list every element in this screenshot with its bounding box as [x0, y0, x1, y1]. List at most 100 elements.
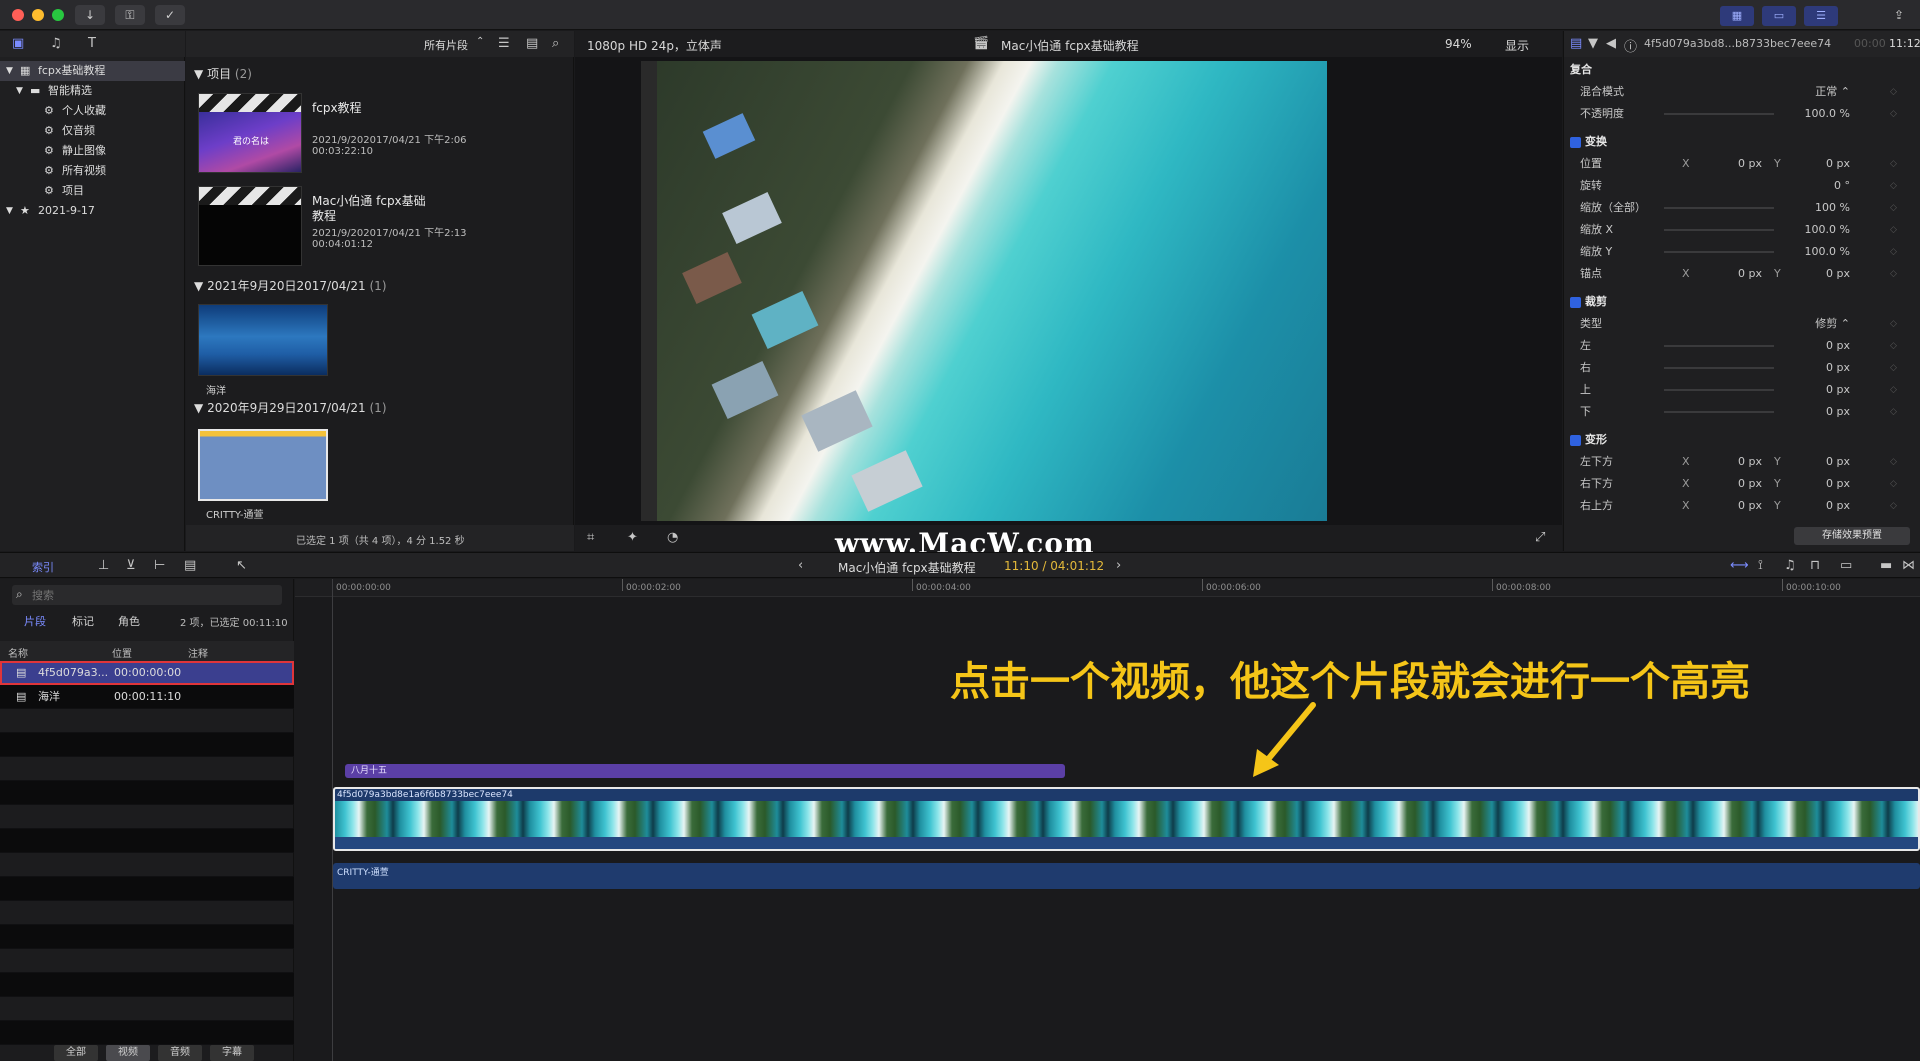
- sidebar-item[interactable]: ⚙ 仅音频: [0, 121, 185, 141]
- snapping-icon[interactable]: ⊓: [1810, 558, 1820, 573]
- param-value[interactable]: 100.0 %: [1770, 241, 1850, 263]
- index-search-field[interactable]: ⌕: [12, 585, 282, 605]
- audio-inspector-icon[interactable]: ◀: [1606, 36, 1616, 51]
- keyframe-diamond-icon[interactable]: ◇: [1890, 379, 1897, 401]
- checkbox-icon[interactable]: [1570, 296, 1581, 308]
- filter-all[interactable]: 全部: [54, 1045, 98, 1061]
- fullscreen-icon[interactable]: ⤢: [1535, 530, 1545, 545]
- filter-captions[interactable]: 字幕: [210, 1045, 254, 1061]
- save-preset-button[interactable]: 存储效果预置: [1794, 527, 1910, 545]
- column-notes[interactable]: 注释: [188, 645, 208, 660]
- param-value-x[interactable]: 0 px: [1712, 473, 1762, 495]
- inspector-section[interactable]: 变形: [1570, 429, 1910, 451]
- group-header-event-1[interactable]: ▼ 2021年9月20日2017/04/21 (1): [194, 277, 387, 294]
- transform-tool-icon[interactable]: ⌗: [587, 530, 594, 545]
- disclosure-triangle-icon[interactable]: ▼: [16, 81, 23, 101]
- display-dropdown[interactable]: 显示: [1505, 37, 1529, 54]
- param-value-y[interactable]: 0 px: [1800, 263, 1850, 285]
- disclosure-triangle-icon[interactable]: ▼: [6, 201, 13, 221]
- zoom-dropdown[interactable]: 94%: [1445, 37, 1472, 51]
- close-button[interactable]: [12, 9, 24, 21]
- overwrite-clip-icon[interactable]: ▤: [184, 558, 196, 573]
- append-clip-icon[interactable]: ⊢: [154, 558, 165, 573]
- inspector-section[interactable]: 裁剪: [1570, 291, 1910, 313]
- column-name[interactable]: 名称: [8, 645, 28, 660]
- param-value[interactable]: 0 °: [1770, 175, 1850, 197]
- inspector-section[interactable]: 变换: [1570, 131, 1910, 153]
- sidebar-item[interactable]: ⚙ 所有视频: [0, 161, 185, 181]
- share-button[interactable]: ⇪: [1884, 5, 1914, 25]
- checkbox-icon[interactable]: [1570, 136, 1581, 148]
- param-slider[interactable]: [1664, 229, 1774, 231]
- video-clip-selected[interactable]: 4f5d079a3bd8e1a6f6b8733bec7eee74: [333, 787, 1920, 851]
- param-slider[interactable]: [1664, 367, 1774, 369]
- group-header-event-2[interactable]: ▼ 2020年9月29日2017/04/21 (1): [194, 399, 387, 416]
- param-slider[interactable]: [1664, 207, 1774, 209]
- param-slider[interactable]: [1664, 113, 1774, 115]
- inspector-section[interactable]: 复合: [1570, 59, 1910, 81]
- param-value-x[interactable]: 0 px: [1712, 263, 1762, 285]
- keyframe-diamond-icon[interactable]: ◇: [1890, 473, 1897, 495]
- param-value[interactable]: 修剪 ⌃: [1770, 313, 1850, 335]
- group-header-projects[interactable]: ▼ 项目 (2): [194, 65, 252, 82]
- skimming-icon[interactable]: ⟷: [1730, 558, 1749, 573]
- keyframe-diamond-icon[interactable]: ◇: [1890, 495, 1897, 517]
- param-value[interactable]: 0 px: [1770, 357, 1850, 379]
- video-frame[interactable]: [657, 61, 1327, 521]
- keyframe-diamond-icon[interactable]: ◇: [1890, 241, 1897, 263]
- background-tasks-button[interactable]: ✓: [155, 5, 185, 25]
- tab-markers[interactable]: 标记: [72, 613, 94, 629]
- keyframe-diamond-icon[interactable]: ◇: [1890, 103, 1897, 125]
- filter-video[interactable]: 视频: [106, 1045, 150, 1061]
- keyframe-diamond-icon[interactable]: ◇: [1890, 401, 1897, 423]
- insert-clip-icon[interactable]: ⊻: [126, 558, 136, 573]
- filmstrip-view-icon[interactable]: ▤: [526, 36, 538, 51]
- column-position[interactable]: 位置: [112, 645, 132, 660]
- sidebar-item[interactable]: ⚙ 项目: [0, 181, 185, 201]
- keyword-button[interactable]: ⚿: [115, 5, 145, 25]
- filter-audio[interactable]: 音频: [158, 1045, 202, 1061]
- retime-speed-icon[interactable]: ◔: [667, 530, 678, 545]
- search-icon[interactable]: ⌕: [552, 36, 559, 51]
- headphones-icon[interactable]: ♫: [1784, 558, 1796, 573]
- index-toggle[interactable]: 索引: [32, 559, 54, 575]
- param-slider[interactable]: [1664, 389, 1774, 391]
- param-value-y[interactable]: 0 px: [1800, 451, 1850, 473]
- param-value[interactable]: 0 px: [1770, 401, 1850, 423]
- keyframe-diamond-icon[interactable]: ◇: [1890, 357, 1897, 379]
- param-value[interactable]: 100.0 %: [1770, 103, 1850, 125]
- audio-clip[interactable]: CRITTY-通萱: [333, 863, 1920, 889]
- enhance-wand-icon[interactable]: ✦: [627, 530, 638, 545]
- title-clip[interactable]: 八月十五: [345, 764, 1065, 778]
- sidebar-item[interactable]: ⚙ 个人收藏: [0, 101, 185, 121]
- param-value-y[interactable]: 0 px: [1800, 153, 1850, 175]
- minimize-button[interactable]: [32, 9, 44, 21]
- param-value[interactable]: 100 %: [1770, 197, 1850, 219]
- timeline[interactable]: 00:00:00:00 00:00:02:00 00:00:04:00 00:00:0…: [295, 579, 1920, 1061]
- project-thumbnail-fcpx[interactable]: 君の名は: [198, 93, 302, 173]
- list-view-icon[interactable]: ☰: [498, 36, 510, 51]
- layout-browser-button[interactable]: ▦: [1720, 6, 1754, 26]
- clip-thumbnail-ocean[interactable]: [198, 304, 328, 376]
- video-inspector-icon[interactable]: ▤: [1570, 36, 1582, 51]
- index-row[interactable]: ▤ 4f5d079a3... 00:00:00:00: [0, 661, 294, 685]
- param-slider[interactable]: [1664, 411, 1774, 413]
- titles-generators-tab-icon[interactable]: T: [88, 36, 96, 51]
- project-thumbnail-mac[interactable]: [198, 186, 302, 266]
- sidebar-item[interactable]: ▼ ★ 2021-9-17: [0, 201, 185, 221]
- tab-clips[interactable]: 片段: [24, 613, 46, 629]
- keyframe-diamond-icon[interactable]: ◇: [1890, 313, 1897, 335]
- param-value[interactable]: 0 px: [1770, 379, 1850, 401]
- sidebar-item[interactable]: ▼ ▬ 智能精选: [0, 81, 185, 101]
- select-tool-icon[interactable]: ↖: [236, 558, 247, 573]
- disclosure-triangle-icon[interactable]: ▼: [6, 61, 13, 81]
- keyframe-diamond-icon[interactable]: ◇: [1890, 219, 1897, 241]
- audio-skimming-icon[interactable]: ⟟: [1758, 558, 1763, 573]
- timeline-ruler[interactable]: 00:00:00:00 00:00:02:00 00:00:04:00 00:00:0…: [295, 579, 1920, 597]
- layout-timeline-button[interactable]: ▭: [1762, 6, 1796, 26]
- keyframe-diamond-icon[interactable]: ◇: [1890, 197, 1897, 219]
- param-value-x[interactable]: 0 px: [1712, 153, 1762, 175]
- index-row[interactable]: ▤ 海洋 00:00:11:10: [0, 685, 294, 709]
- checkbox-icon[interactable]: [1570, 434, 1581, 446]
- layout-inspector-button[interactable]: ☰: [1804, 6, 1838, 26]
